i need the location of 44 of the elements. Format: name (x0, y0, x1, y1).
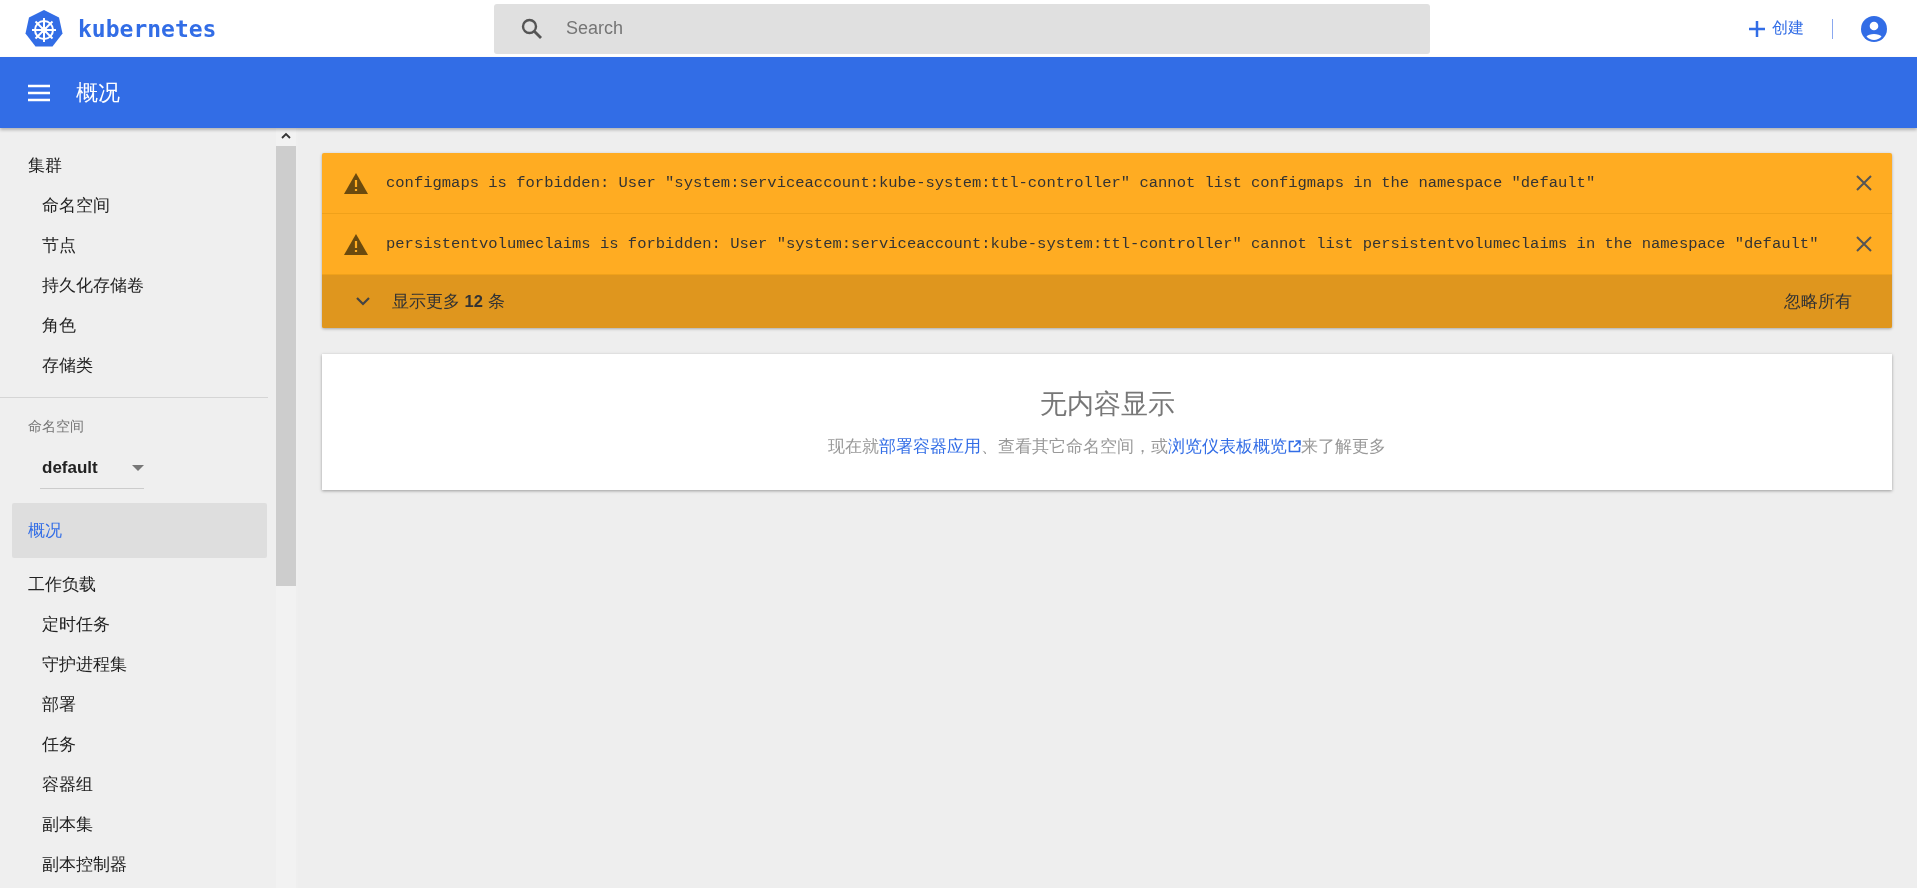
nav-item[interactable]: 副本控制器 (12, 844, 267, 884)
nav-item[interactable]: 持久化存储卷 (12, 265, 267, 305)
nav-item[interactable]: 命名空间 (12, 185, 267, 225)
warning-icon (344, 233, 368, 255)
expand-caret-icon (356, 297, 370, 306)
menu-icon[interactable] (28, 83, 50, 102)
warning-icon (344, 172, 368, 194)
nav-item[interactable]: 角色 (12, 305, 267, 345)
deploy-link[interactable]: 部署容器应用 (879, 437, 981, 455)
nav-item[interactable]: 存储类 (12, 345, 267, 385)
show-more-button[interactable]: 显示更多 12 条 (356, 290, 505, 313)
close-icon (1856, 175, 1872, 191)
nav-item[interactable]: 集群 (12, 145, 267, 185)
logo-text: kubernetes (78, 15, 217, 42)
field-label: 命名空间 (27, 417, 85, 436)
page-title: 概况 (76, 78, 120, 107)
empty-state-message: 现在就部署容器应用、查看其它命名空间，或浏览仪表板概览 来了解更多 (828, 436, 1386, 457)
kubernetes-logo-icon (24, 8, 64, 49)
dropdown-caret-icon (132, 465, 144, 471)
account-icon[interactable] (1861, 15, 1887, 42)
nav-item[interactable]: 定时任务 (12, 604, 267, 644)
empty-state-title: 无内容显示 (1039, 388, 1175, 421)
close-button[interactable] (1856, 236, 1872, 252)
nav-item[interactable]: 容器组 (12, 764, 267, 804)
nav-item[interactable]: 副本集 (12, 804, 267, 844)
external-link-icon (1288, 440, 1301, 453)
overview-link[interactable]: 浏览仪表板概览 (1168, 437, 1301, 455)
create-button[interactable]: 创建 (1748, 18, 1804, 39)
search-field[interactable]: Search (494, 3, 1430, 54)
scrollbar-thumb[interactable] (276, 146, 296, 586)
nav-item[interactable]: 工作负载 (12, 564, 267, 604)
dismiss-all-button[interactable]: 忽略所有 (1784, 290, 1870, 313)
nav-item[interactable]: 任务 (12, 724, 267, 764)
alert-message: configmaps is forbidden: User "system:serviceaccount:kube-system:ttl-controller" cannot list configmaps in the namespace "default" (386, 174, 1597, 192)
alert-message: persistentvolumeclaims is forbidden: User "system:serviceaccount:kube-system:ttl-controller" cannot list persistentvolumeclaims in the namespace "default" (386, 235, 1820, 253)
close-button[interactable] (1856, 175, 1872, 191)
namespace-select[interactable]: default (40, 448, 144, 489)
search-icon (520, 16, 544, 41)
nav-item[interactable]: 概况 (12, 503, 267, 558)
plus-icon (1748, 19, 1766, 38)
nav-item[interactable]: 守护进程集 (12, 644, 267, 684)
nav-item[interactable]: 部署 (12, 684, 267, 724)
nav-item[interactable]: 节点 (12, 225, 267, 265)
close-icon (1856, 236, 1872, 252)
